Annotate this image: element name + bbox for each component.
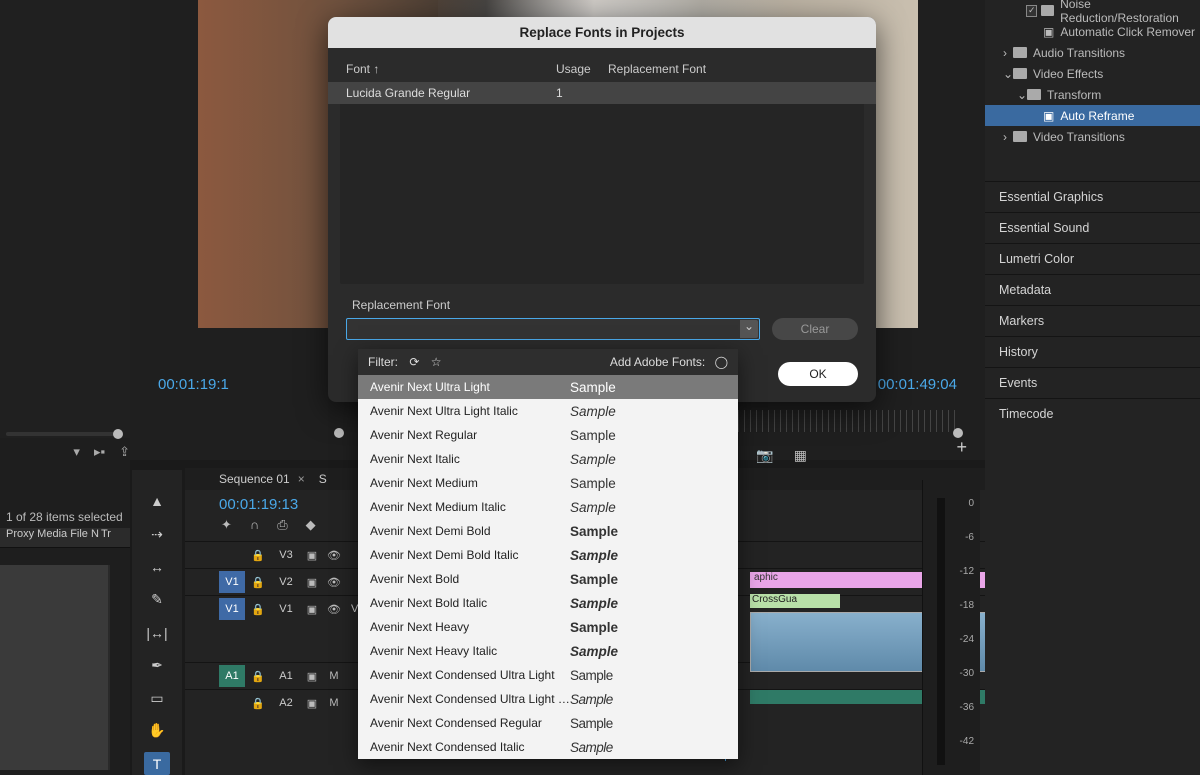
hand-tool-icon[interactable]: ✋ [144,719,170,742]
project-col-headers[interactable]: Proxy Media File N Tr [0,528,130,548]
other-tab[interactable]: S [319,472,327,486]
panel-tab[interactable]: Events [985,367,1200,398]
play-icon[interactable]: ▸▪ [94,444,105,460]
cross-dissolve-clip[interactable]: CrossGua [750,594,840,608]
rectangle-tool-icon[interactable]: ▭ [144,687,170,710]
panel-tab[interactable]: Essential Sound [985,212,1200,243]
panel-tab[interactable]: Markers [985,305,1200,336]
in-timecode[interactable]: 00:01:19:1 [158,376,229,393]
font-option[interactable]: Avenir Next ItalicSample [358,447,738,471]
replace-fonts-dialog: Replace Fonts in Projects Font ↑ Usage R… [328,17,876,402]
effects-tree-item[interactable]: ›Video Transitions [985,126,1200,147]
replacement-label: Replacement Font [352,298,858,312]
font-row[interactable]: Lucida Grande Regular 1 [328,82,876,104]
db-label: -24 [960,634,974,645]
font-option[interactable]: Avenir Next Condensed RegularSample [358,711,738,735]
filter-icon[interactable]: ▾ [73,444,80,460]
slip-tool-icon[interactable]: |↔| [144,621,170,644]
db-label: -30 [960,668,974,679]
cloud-sync-icon[interactable]: ⟳ [409,355,419,369]
sequence-tab[interactable]: Sequence 01 [219,472,290,486]
font-option[interactable]: Avenir Next Demi BoldSample [358,519,738,543]
compare-icon[interactable]: ▦ [794,447,807,464]
font-dropdown: Filter: ⟳ ☆ Add Adobe Fonts: ◯ Avenir Ne… [358,349,738,759]
db-label: -18 [960,600,974,611]
col-font[interactable]: Font ↑ [346,62,556,76]
font-table-header: Font ↑ Usage Replacement Font [328,48,876,82]
type-tool-icon[interactable]: T [144,752,170,775]
effects-panel: ✓Noise Reduction/Restoration▣Automatic C… [985,0,1200,775]
ok-button[interactable]: OK [778,362,858,386]
font-option[interactable]: Avenir Next Condensed Ultra Light It…Sam… [358,687,738,711]
font-option[interactable]: Avenir Next RegularSample [358,423,738,447]
effects-tree-item[interactable]: ▣Auto Reframe [985,105,1200,126]
effects-tree-item[interactable]: ⌄Video Effects [985,63,1200,84]
snap-icon[interactable]: ✦ [221,517,232,533]
marker-add-icon[interactable]: ◆ [306,517,316,533]
font-option[interactable]: Avenir Next Demi Bold ItalicSample [358,543,738,567]
font-table-body [340,104,864,284]
db-label: -42 [960,736,974,747]
filter-label: Filter: [368,355,398,369]
db-label: -36 [960,702,974,713]
link-icon[interactable]: ⎙ [277,517,287,533]
camera-icon[interactable]: 📷 [756,447,773,464]
export-icon[interactable]: ⇪ [119,444,130,460]
font-option[interactable]: Avenir Next Bold ItalicSample [358,591,738,615]
ripple-edit-icon[interactable]: ↔ [144,556,170,579]
font-option[interactable]: Avenir Next Heavy ItalicSample [358,639,738,663]
track-select-icon[interactable]: ⇢ [144,523,170,546]
effects-tree-item[interactable]: ⌄Transform [985,84,1200,105]
db-label: -6 [965,532,974,543]
project-selection[interactable] [0,565,110,770]
col-usage[interactable]: Usage [556,62,608,76]
db-label: -12 [960,566,974,577]
panel-tab[interactable]: History [985,336,1200,367]
selection-tool-icon[interactable]: ▲ [144,490,170,513]
panel-tab[interactable]: Timecode [985,398,1200,429]
dialog-title: Replace Fonts in Projects [328,17,876,48]
out-timecode[interactable]: 00:01:49:04 [878,376,957,393]
selection-status: 1 of 28 items selected [0,500,130,528]
font-option[interactable]: Avenir Next Condensed Ultra LightSample [358,663,738,687]
pen-tool-icon[interactable]: ✒ [144,654,170,677]
panel-tab[interactable]: Metadata [985,274,1200,305]
close-tab-icon[interactable]: × [298,472,305,486]
db-label: 0 [968,498,974,509]
col-replacement[interactable]: Replacement Font [608,62,706,76]
meter-bar [937,498,945,765]
font-option[interactable]: Avenir Next Ultra LightSample [358,375,738,399]
magnet-icon[interactable]: ∩ [250,517,259,533]
razor-tool-icon[interactable]: ✎ [144,588,170,611]
creative-cloud-icon[interactable]: ◯ [715,355,728,369]
tool-palette: ▲ ⇢ ↔ ✎ |↔| ✒ ▭ ✋ T [132,470,182,775]
project-thumbs: ▾ ▸▪ ⇪ [0,0,130,438]
font-option[interactable]: Avenir Next HeavySample [358,615,738,639]
effects-tree-item[interactable]: ›Audio Transitions [985,42,1200,63]
font-option[interactable]: Avenir Next MediumSample [358,471,738,495]
panel-tab[interactable]: Lumetri Color [985,243,1200,274]
clear-button[interactable]: Clear [772,318,858,340]
add-adobe-fonts-label: Add Adobe Fonts: [610,355,705,369]
font-option[interactable]: Avenir Next Medium ItalicSample [358,495,738,519]
panel-tab[interactable]: Essential Graphics [985,181,1200,212]
font-option[interactable]: Avenir Next Ultra Light ItalicSample [358,399,738,423]
font-option[interactable]: Avenir Next Condensed ItalicSample [358,735,738,759]
project-panel: ▾ ▸▪ ⇪ 1 of 28 items selected Proxy Medi… [0,0,130,775]
font-dropdown-header: Filter: ⟳ ☆ Add Adobe Fonts: ◯ [358,349,738,375]
zoom-slider[interactable] [6,432,120,436]
effects-tree-item[interactable]: ✓Noise Reduction/Restoration [985,0,1200,21]
add-button-icon[interactable]: + [956,437,967,458]
audio-meter: 0 -6 -12 -18 -24 -30 -36 -42 [922,480,980,775]
favorite-icon[interactable]: ☆ [431,355,442,369]
project-view-icons: ▾ ▸▪ ⇪ [73,444,130,460]
replacement-font-combo[interactable] [346,318,760,340]
font-option[interactable]: Avenir Next BoldSample [358,567,738,591]
effects-tree-item[interactable]: ▣Automatic Click Remover [985,21,1200,42]
